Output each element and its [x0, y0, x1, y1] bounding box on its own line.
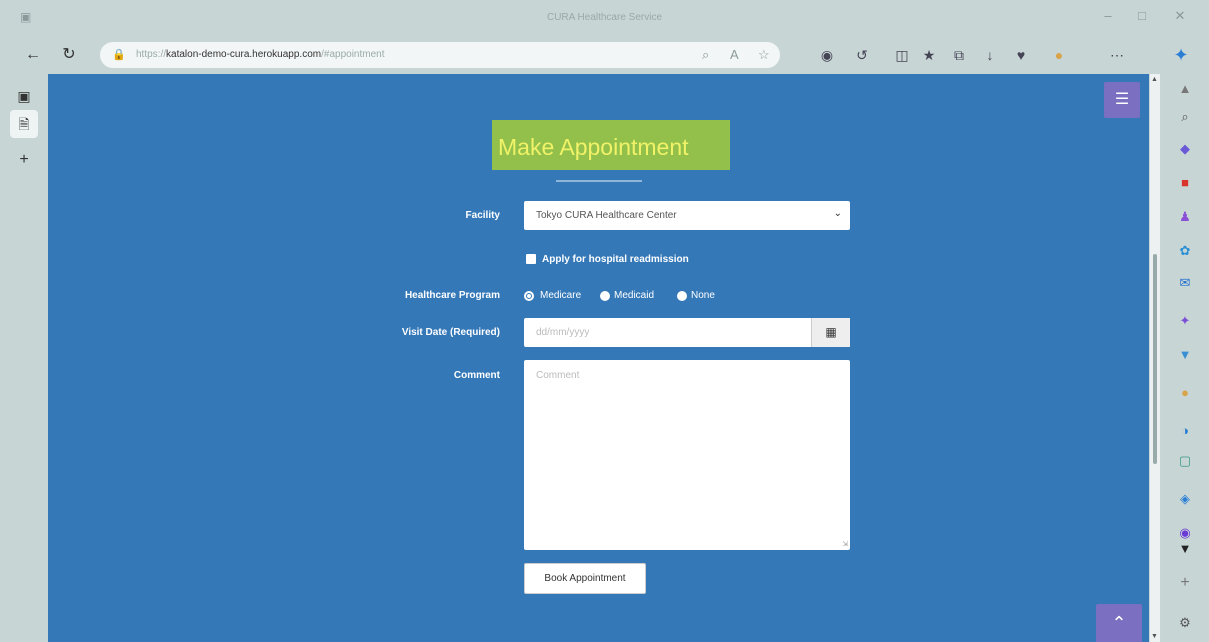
copilot-icon[interactable]: ✦ [1172, 46, 1190, 64]
screenshot-icon[interactable]: ▢ [1175, 452, 1195, 470]
sidebar-more-icon[interactable]: ▼ [1175, 540, 1195, 558]
scrollbar-thumb[interactable] [1153, 254, 1157, 464]
calendar-icon[interactable]: ▦ [811, 318, 850, 347]
games-icon[interactable]: ♟ [1175, 208, 1195, 226]
profile-icon[interactable]: ● [1050, 46, 1068, 64]
chevron-up-icon[interactable]: ⌃ [1096, 604, 1142, 642]
browser-title-bar: ▣ CURA Healthcare Service – □ ✕ [0, 0, 1209, 36]
address-bar[interactable]: 🔒 https://katalon-demo-cura.herokuapp.co… [100, 42, 780, 68]
readmission-checkbox[interactable] [526, 254, 536, 264]
minimize-icon[interactable]: – [1098, 8, 1118, 23]
page-viewport: ☰ Make Appointment Facility Tokyo CURA H… [48, 74, 1149, 642]
sidebar-scroll-up-icon[interactable]: ▲ [1175, 80, 1195, 98]
visit-date-label: Visit Date (Required) [401, 327, 500, 338]
facility-selected-value: Tokyo CURA Healthcare Center [536, 210, 677, 221]
extension-sidebar-icon[interactable]: ● [1175, 384, 1195, 402]
search-icon[interactable]: ⌕ [1175, 108, 1195, 126]
drop-icon[interactable]: ▼ [1175, 346, 1195, 364]
radio-medicaid-label[interactable]: Medicaid [614, 290, 654, 301]
translator-icon[interactable]: ◑ [1175, 422, 1195, 440]
browser-toolbar: ← ↻ 🔒 https://katalon-demo-cura.herokuap… [0, 36, 1209, 74]
active-tab-icon[interactable]: 🗎 [10, 110, 38, 138]
favorite-icon[interactable]: ☆ [758, 47, 770, 63]
scroll-up-icon[interactable]: ▲ [1151, 76, 1158, 83]
readmission-label[interactable]: Apply for hospital readmission [542, 254, 689, 265]
read-aloud-icon[interactable]: A [730, 47, 739, 62]
browser-essentials-icon[interactable]: ↺ [853, 46, 871, 64]
heading-divider [556, 180, 642, 182]
tools-icon[interactable]: ■ [1175, 174, 1195, 192]
comment-label: Comment [453, 370, 500, 381]
tab-actions-icon[interactable]: ▣ [14, 86, 34, 106]
favorites-bar-icon[interactable]: ★ [920, 46, 938, 64]
collections-icon[interactable]: ⧉ [950, 46, 968, 64]
shopping-icon[interactable]: ◆ [1175, 140, 1195, 158]
page-title: Make Appointment [498, 134, 689, 160]
radio-medicare-label[interactable]: Medicare [540, 290, 581, 301]
page-scrollbar[interactable]: ▲ ▼ [1150, 74, 1160, 642]
new-tab-icon[interactable]: + [14, 150, 34, 170]
settings-icon[interactable]: ⚙ [1175, 614, 1195, 632]
add-sidebar-app-icon[interactable]: + [1175, 574, 1195, 592]
vertical-tabs-rail: ▣ 🗎 + [0, 74, 48, 642]
maximize-icon[interactable]: □ [1132, 8, 1152, 23]
visit-date-placeholder: dd/mm/yyyy [536, 327, 590, 338]
comment-placeholder: Comment [536, 370, 580, 381]
outlook-icon[interactable]: ✉ [1175, 274, 1195, 292]
address-url: https://katalon-demo-cura.herokuapp.com/… [136, 49, 385, 60]
lock-icon[interactable]: 🔒 [112, 48, 126, 61]
chevron-down-icon: ⌄ [833, 208, 842, 219]
radio-medicare[interactable] [524, 291, 534, 301]
download-icon[interactable]: ↓ [981, 46, 999, 64]
microsoft365-icon[interactable]: ✿ [1175, 242, 1195, 260]
scroll-down-icon[interactable]: ▼ [1151, 633, 1158, 640]
split-screen-icon[interactable]: ◫ [893, 46, 911, 64]
comment-textarea[interactable]: Comment ⇲ [524, 360, 850, 550]
hamburger-icon[interactable]: ☰ [1104, 82, 1140, 118]
refresh-icon[interactable]: ↻ [58, 44, 80, 66]
visit-date-input[interactable]: dd/mm/yyyy ▦ [524, 318, 850, 347]
heart-icon[interactable]: ♥ [1012, 46, 1030, 64]
back-icon[interactable]: ← [22, 44, 44, 66]
page-heading-highlight: Make Appointment [492, 120, 730, 170]
radio-none-label[interactable]: None [691, 290, 715, 301]
browser-sidebar: ▲ ⌕ ◆ ■ ♟ ✿ ✉ ✦ ▼ ● ◑ ▢ ◈ ◉ ▼ + ⚙ [1161, 74, 1209, 642]
book-appointment-button[interactable]: Book Appointment [524, 563, 646, 594]
close-icon[interactable]: ✕ [1170, 8, 1190, 24]
facility-select[interactable]: Tokyo CURA Healthcare Center ⌄ [524, 201, 850, 230]
radio-medicaid[interactable] [600, 291, 610, 301]
facility-label: Facility [465, 210, 500, 221]
zoom-icon[interactable]: ⌕ [702, 47, 709, 63]
more-icon[interactable]: ⋯ [1108, 46, 1126, 64]
google-icon[interactable]: ◈ [1175, 490, 1195, 508]
radio-none[interactable] [677, 291, 687, 301]
designer-icon[interactable]: ✦ [1175, 312, 1195, 330]
program-label: Healthcare Program [404, 290, 500, 301]
window-title: CURA Healthcare Service [546, 12, 663, 23]
resize-grip-icon[interactable]: ⇲ [842, 540, 848, 548]
extension-icon[interactable]: ◉ [818, 46, 836, 64]
